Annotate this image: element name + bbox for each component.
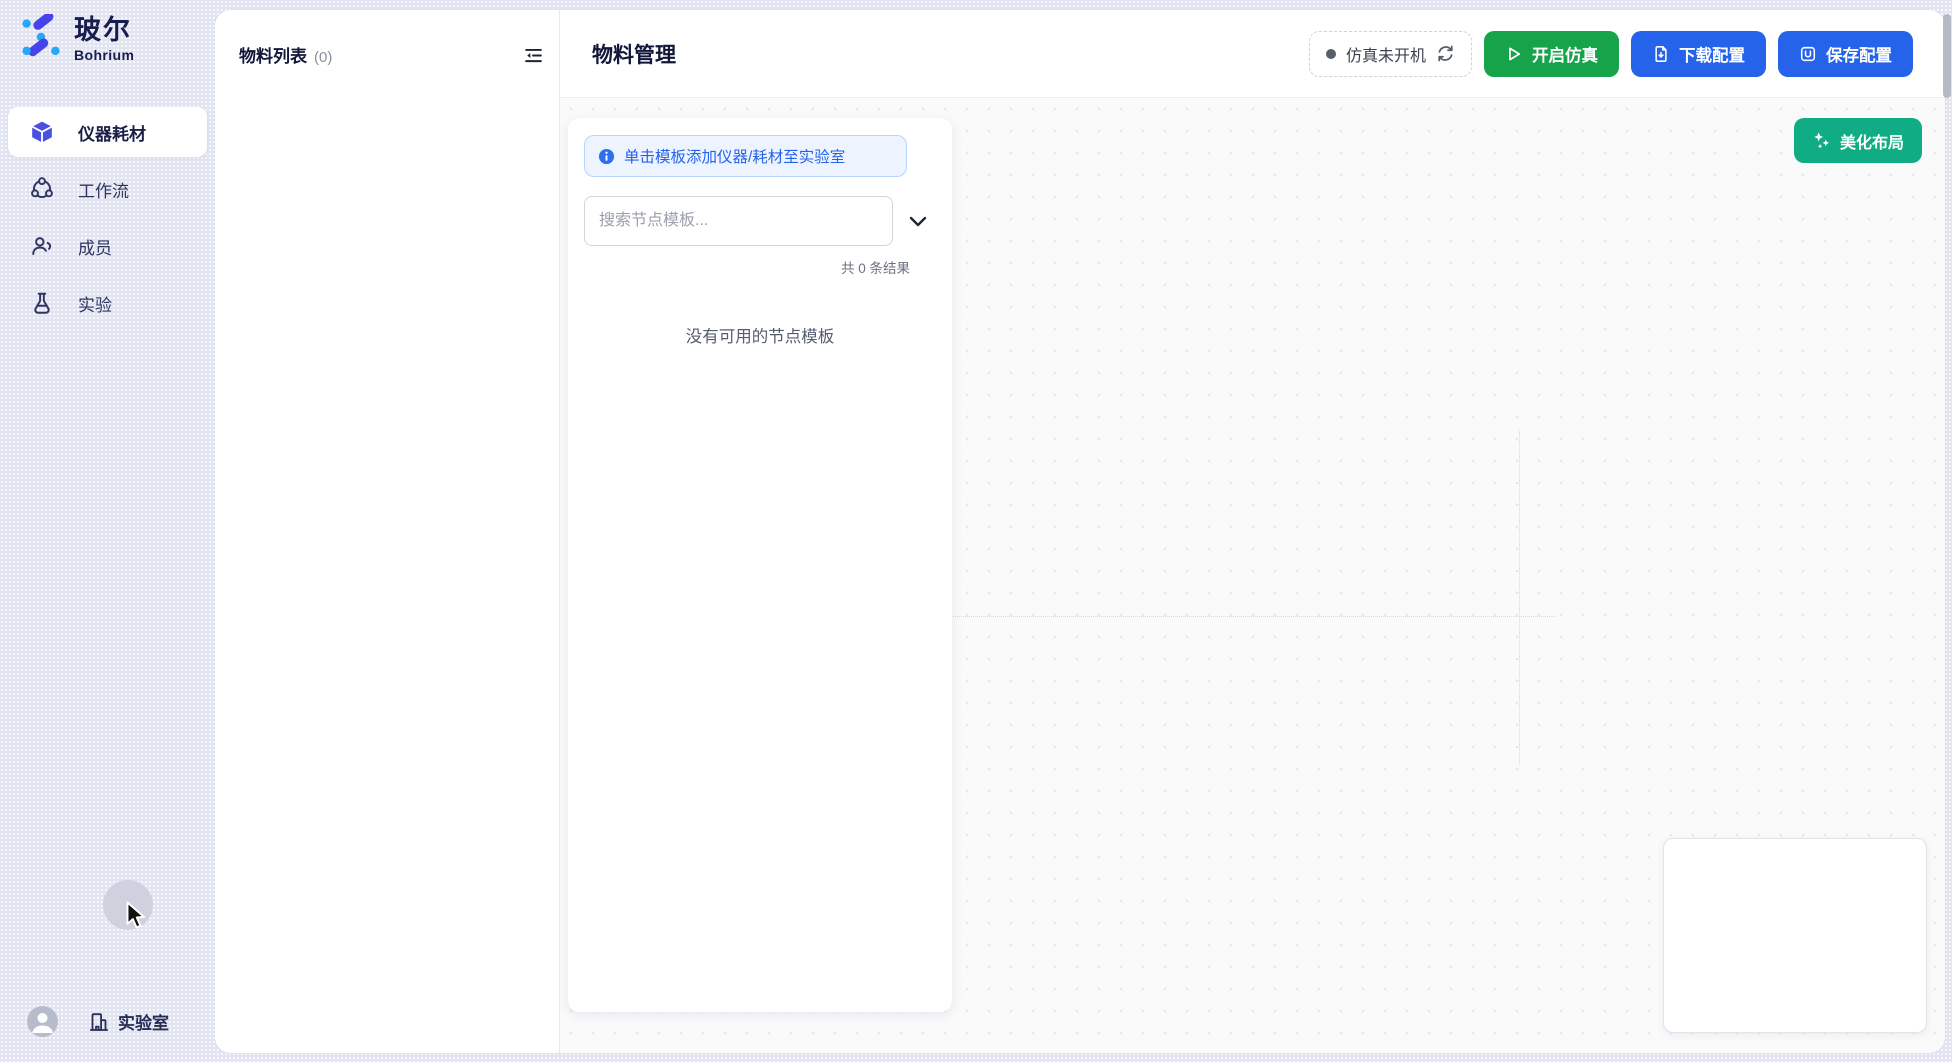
sidebar-item-label: 成员 <box>78 234 112 259</box>
materials-list-header: 物料列表 (0) <box>239 42 332 67</box>
bohrium-logo-icon <box>18 14 64 65</box>
empty-template-message: 没有可用的节点模板 <box>584 323 936 347</box>
template-search-row <box>584 196 936 246</box>
sidebar-item-workflow[interactable]: 工作流 <box>8 164 207 214</box>
status-dot-icon <box>1326 49 1336 59</box>
beautify-layout-button[interactable]: 美化布局 <box>1794 118 1922 163</box>
sidebar: 玻尔 Bohrium 仪器耗材 工作流 <box>0 0 215 1062</box>
search-result-count: 共 0 条结果 <box>584 257 936 277</box>
download-file-icon <box>1652 45 1670 63</box>
simulation-status-pill[interactable]: 仿真未开机 <box>1309 31 1472 77</box>
cube-icon <box>30 120 54 144</box>
save-layout-icon <box>1799 45 1817 63</box>
user-avatar[interactable] <box>27 1006 58 1037</box>
download-config-button[interactable]: 下载配置 <box>1631 31 1766 77</box>
flow-canvas[interactable]: 单击模板添加仪器/耗材至实验室 共 0 条结果 没有可用的节点模板 <box>560 98 1945 1053</box>
save-config-label: 保存配置 <box>1826 42 1892 66</box>
brand[interactable]: 玻尔 Bohrium <box>18 14 134 65</box>
info-icon <box>598 148 615 165</box>
mouse-cursor <box>125 901 151 936</box>
canvas-minimap[interactable] <box>1663 838 1927 1033</box>
page-scrollbar-thumb[interactable] <box>1943 14 1951 98</box>
sidebar-item-members[interactable]: 成员 <box>8 221 207 271</box>
materials-list-title: 物料列表 <box>239 42 307 67</box>
template-hint-banner: 单击模板添加仪器/耗材至实验室 <box>584 135 907 177</box>
materials-list-panel: 物料列表 (0) <box>215 10 560 1053</box>
workflow-icon <box>30 177 54 201</box>
sidebar-item-label: 仪器耗材 <box>78 120 146 145</box>
search-input[interactable] <box>584 196 893 246</box>
experiment-icon <box>30 291 54 315</box>
members-icon <box>30 234 54 258</box>
lab-label: 实验室 <box>118 1009 169 1034</box>
materials-list-count: (0) <box>314 49 332 66</box>
main-container: 物料列表 (0) 物料管理 仿真未开机 <box>215 10 1945 1053</box>
sidebar-item-label: 实验 <box>78 291 112 316</box>
sidebar-item-instruments[interactable]: 仪器耗材 <box>8 107 207 157</box>
page-header: 物料管理 仿真未开机 <box>560 10 1945 98</box>
sidebar-footer: 实验室 <box>0 1004 215 1040</box>
download-config-label: 下载配置 <box>1679 42 1745 66</box>
sidebar-item-laboratory[interactable]: 实验室 <box>88 1009 169 1034</box>
page-title: 物料管理 <box>592 39 676 69</box>
sidebar-item-experiments[interactable]: 实验 <box>8 278 207 328</box>
canvas-guide-horizontal <box>950 616 1556 617</box>
building-icon <box>88 1011 110 1033</box>
save-config-button[interactable]: 保存配置 <box>1778 31 1913 77</box>
play-icon <box>1505 45 1523 63</box>
chevron-down-icon[interactable] <box>900 203 936 239</box>
sparkles-icon <box>1812 131 1831 150</box>
node-template-panel: 单击模板添加仪器/耗材至实验室 共 0 条结果 没有可用的节点模板 <box>568 118 952 1012</box>
sidebar-item-label: 工作流 <box>78 177 129 202</box>
refresh-icon[interactable] <box>1436 44 1455 63</box>
start-simulation-label: 开启仿真 <box>1532 42 1598 66</box>
beautify-layout-label: 美化布局 <box>1840 129 1904 153</box>
brand-name-zh: 玻尔 <box>74 16 134 44</box>
panel-fold-icon[interactable] <box>521 43 545 67</box>
sidebar-nav: 仪器耗材 工作流 成员 <box>8 107 207 328</box>
template-hint-text: 单击模板添加仪器/耗材至实验室 <box>624 145 845 167</box>
canvas-guide-vertical <box>1519 430 1520 765</box>
brand-name-en: Bohrium <box>74 48 134 63</box>
start-simulation-button[interactable]: 开启仿真 <box>1484 31 1619 77</box>
simulation-status-label: 仿真未开机 <box>1346 42 1426 66</box>
